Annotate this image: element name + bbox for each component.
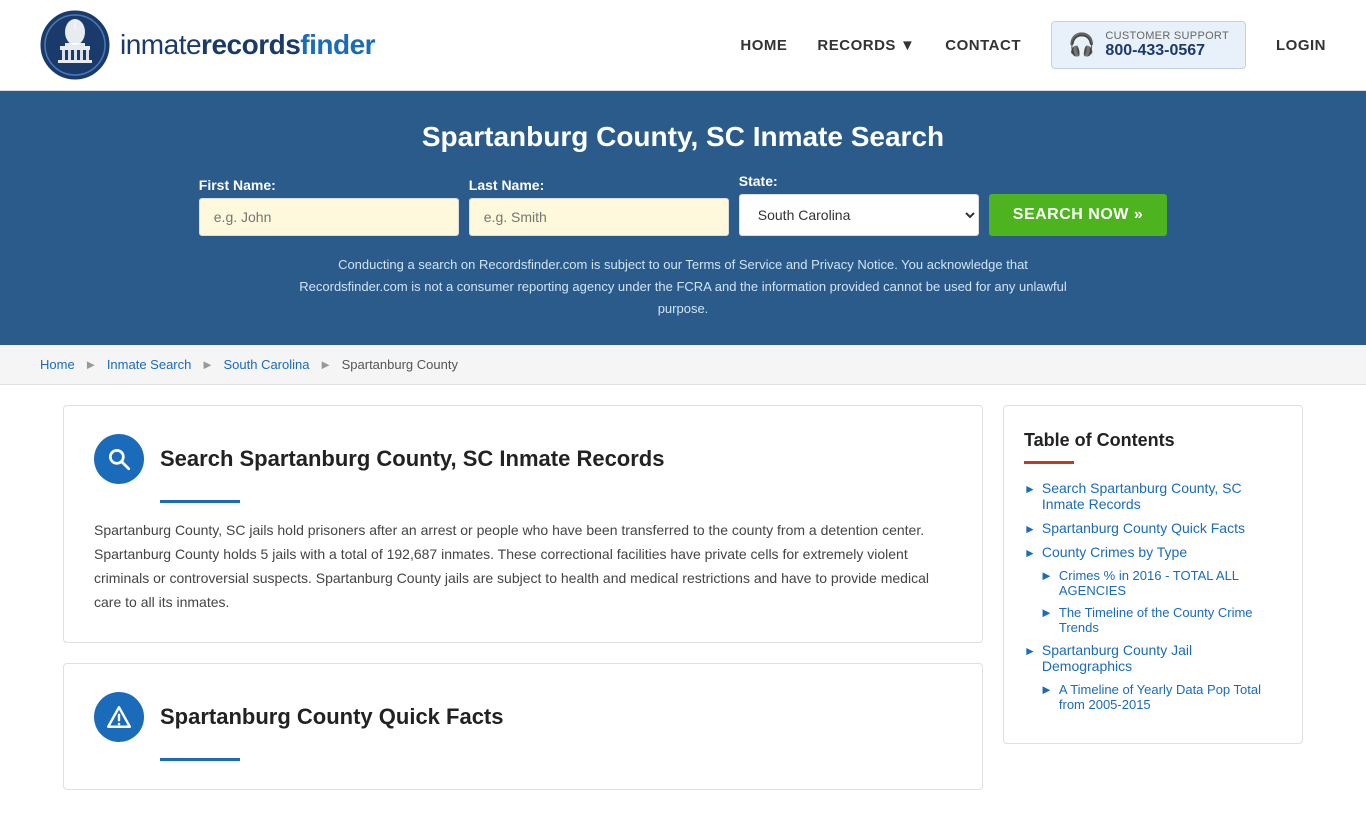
toc-link-2[interactable]: ► Spartanburg County Quick Facts bbox=[1024, 520, 1282, 536]
card1-header: Search Spartanburg County, SC Inmate Rec… bbox=[94, 434, 952, 484]
toc-link-3[interactable]: ► County Crimes by Type bbox=[1024, 544, 1282, 560]
breadcrumb-sep-3: ► bbox=[319, 357, 332, 372]
last-name-input[interactable] bbox=[469, 198, 729, 236]
main-content: Search Spartanburg County, SC Inmate Rec… bbox=[43, 405, 1323, 810]
main-nav: HOME RECORDS ▼ CONTACT 🎧 CUSTOMER SUPPOR… bbox=[740, 21, 1326, 69]
search-button[interactable]: SEARCH NOW » bbox=[989, 194, 1167, 236]
toc-arrow-1: ► bbox=[1024, 482, 1036, 496]
card2-underline bbox=[160, 758, 240, 761]
toc-item-2: ► Spartanburg County Quick Facts bbox=[1024, 520, 1282, 536]
alert-icon bbox=[106, 704, 132, 730]
card1-underline bbox=[160, 500, 240, 503]
last-name-group: Last Name: bbox=[469, 177, 729, 236]
toc-arrow-3: ► bbox=[1024, 546, 1036, 560]
headset-icon: 🎧 bbox=[1068, 32, 1095, 58]
nav-home[interactable]: HOME bbox=[740, 37, 787, 54]
logo[interactable]: inmaterecordsfinder bbox=[40, 10, 375, 80]
last-name-label: Last Name: bbox=[469, 177, 544, 193]
logo-icon bbox=[40, 10, 110, 80]
card1-title: Search Spartanburg County, SC Inmate Rec… bbox=[160, 446, 664, 472]
breadcrumb: Home ► Inmate Search ► South Carolina ► … bbox=[0, 345, 1366, 385]
toc-underline bbox=[1024, 461, 1074, 464]
toc-card: Table of Contents ► Search Spartanburg C… bbox=[1003, 405, 1303, 744]
site-header: inmaterecordsfinder HOME RECORDS ▼ CONTA… bbox=[0, 0, 1366, 91]
card2-title: Spartanburg County Quick Facts bbox=[160, 704, 504, 730]
chevron-down-icon: ▼ bbox=[900, 37, 915, 54]
card1-body: Spartanburg County, SC jails hold prison… bbox=[94, 519, 952, 614]
toc-sub-item-3: ► A Timeline of Yearly Data Pop Total fr… bbox=[1040, 682, 1282, 712]
state-select[interactable]: South Carolina Alabama Alaska Arizona Ca… bbox=[739, 194, 979, 236]
toc-arrow-6: ► bbox=[1024, 644, 1036, 658]
breadcrumb-state[interactable]: South Carolina bbox=[223, 357, 309, 372]
toc-list: ► Search Spartanburg County, SC Inmate R… bbox=[1024, 480, 1282, 712]
sidebar: Table of Contents ► Search Spartanburg C… bbox=[1003, 405, 1303, 744]
nav-contact[interactable]: CONTACT bbox=[945, 37, 1021, 54]
toc-sub-link-3[interactable]: ► A Timeline of Yearly Data Pop Total fr… bbox=[1040, 682, 1282, 712]
breadcrumb-sep-1: ► bbox=[84, 357, 97, 372]
breadcrumb-home[interactable]: Home bbox=[40, 357, 75, 372]
content-area: Search Spartanburg County, SC Inmate Rec… bbox=[63, 405, 983, 810]
support-box[interactable]: 🎧 CUSTOMER SUPPORT 800-433-0567 bbox=[1051, 21, 1246, 69]
first-name-input[interactable] bbox=[199, 198, 459, 236]
card2-header: Spartanburg County Quick Facts bbox=[94, 692, 952, 742]
logo-text: inmaterecordsfinder bbox=[120, 29, 375, 61]
nav-login[interactable]: LOGIN bbox=[1276, 37, 1326, 54]
quick-facts-card: Spartanburg County Quick Facts bbox=[63, 663, 983, 790]
nav-records[interactable]: RECORDS ▼ bbox=[817, 37, 915, 54]
search-icon-circle bbox=[94, 434, 144, 484]
hero-title: Spartanburg County, SC Inmate Search bbox=[40, 121, 1326, 153]
toc-sub-arrow-3: ► bbox=[1040, 682, 1053, 697]
first-name-group: First Name: bbox=[199, 177, 459, 236]
toc-arrow-2: ► bbox=[1024, 522, 1036, 536]
breadcrumb-county: Spartanburg County bbox=[342, 357, 458, 372]
search-icon bbox=[106, 446, 132, 472]
toc-item-6: ► Spartanburg County Jail Demographics bbox=[1024, 642, 1282, 674]
inmate-records-card: Search Spartanburg County, SC Inmate Rec… bbox=[63, 405, 983, 643]
support-label: CUSTOMER SUPPORT bbox=[1105, 30, 1229, 42]
toc-item-3: ► County Crimes by Type bbox=[1024, 544, 1282, 560]
toc-title: Table of Contents bbox=[1024, 430, 1282, 451]
state-group: State: South Carolina Alabama Alaska Ari… bbox=[739, 173, 979, 236]
hero-disclaimer: Conducting a search on Recordsfinder.com… bbox=[293, 254, 1073, 320]
toc-link-1[interactable]: ► Search Spartanburg County, SC Inmate R… bbox=[1024, 480, 1282, 512]
support-number: 800-433-0567 bbox=[1105, 42, 1229, 60]
toc-link-6[interactable]: ► Spartanburg County Jail Demographics bbox=[1024, 642, 1282, 674]
toc-sub-arrow-2: ► bbox=[1040, 605, 1053, 620]
toc-sub-arrow-1: ► bbox=[1040, 568, 1053, 583]
first-name-label: First Name: bbox=[199, 177, 276, 193]
breadcrumb-sep-2: ► bbox=[201, 357, 214, 372]
toc-sub-list-2: ► A Timeline of Yearly Data Pop Total fr… bbox=[1024, 682, 1282, 712]
search-form: First Name: Last Name: State: South Caro… bbox=[40, 173, 1326, 236]
state-label: State: bbox=[739, 173, 778, 189]
toc-sub-link-1[interactable]: ► Crimes % in 2016 - TOTAL ALL AGENCIES bbox=[1040, 568, 1282, 598]
hero-section: Spartanburg County, SC Inmate Search Fir… bbox=[0, 91, 1366, 345]
breadcrumb-inmate-search[interactable]: Inmate Search bbox=[107, 357, 192, 372]
toc-sub-link-2[interactable]: ► The Timeline of the County Crime Trend… bbox=[1040, 605, 1282, 635]
alert-icon-circle bbox=[94, 692, 144, 742]
toc-sub-list: ► Crimes % in 2016 - TOTAL ALL AGENCIES … bbox=[1024, 568, 1282, 635]
toc-sub-item-1: ► Crimes % in 2016 - TOTAL ALL AGENCIES bbox=[1040, 568, 1282, 598]
toc-item-1: ► Search Spartanburg County, SC Inmate R… bbox=[1024, 480, 1282, 512]
toc-sub-item-2: ► The Timeline of the County Crime Trend… bbox=[1040, 605, 1282, 635]
